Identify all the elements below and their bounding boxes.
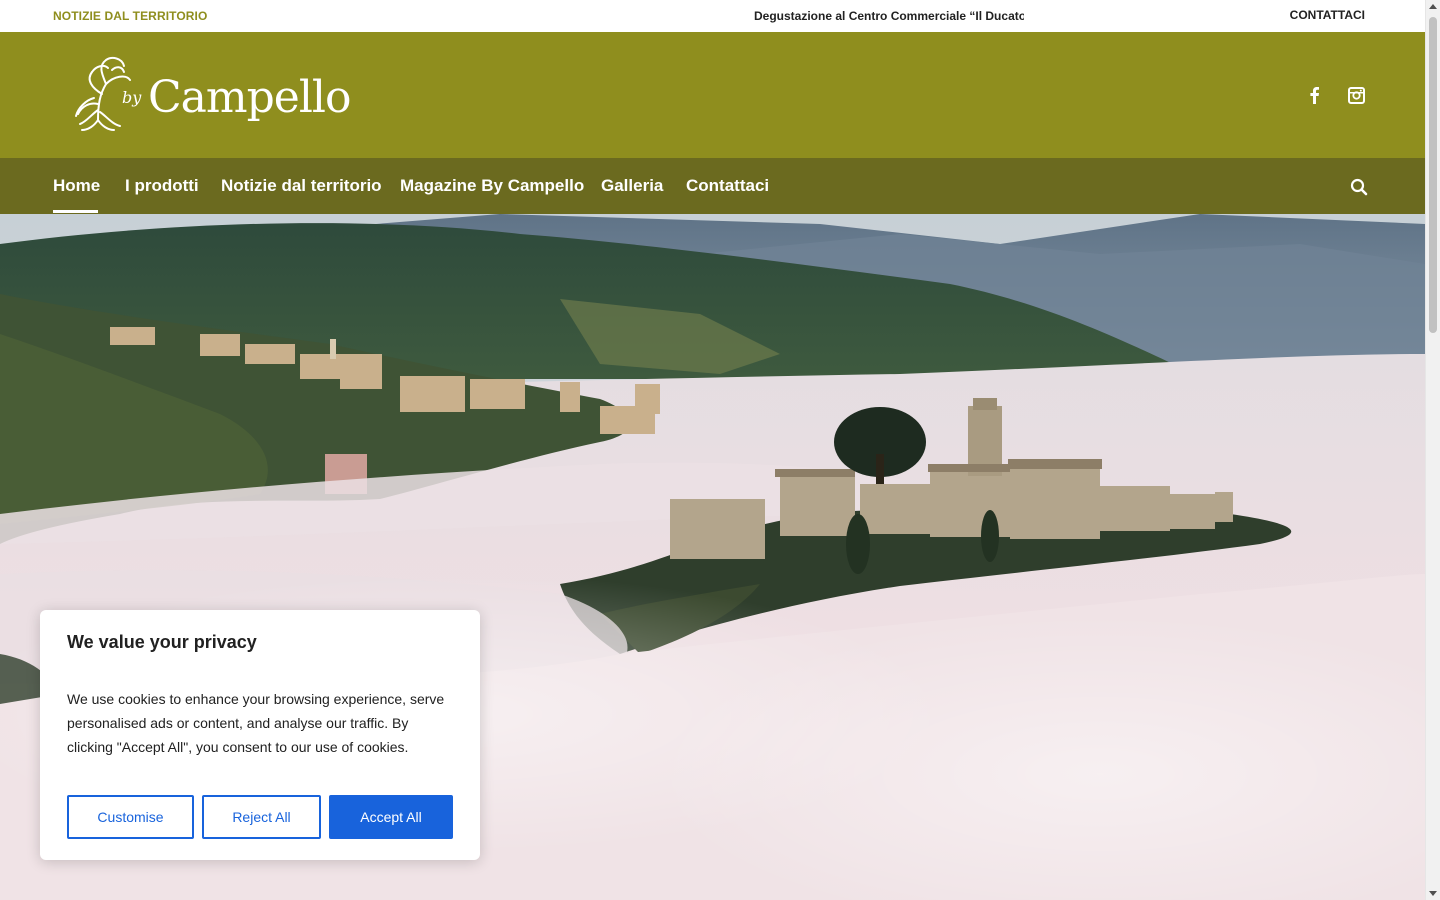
news-ticker[interactable]: Degustazione al Centro Commerciale “Il D… [754, 9, 1024, 23]
accept-all-button[interactable]: Accept All [329, 795, 453, 839]
cookie-consent-dialog: We value your privacy We use cookies to … [40, 610, 480, 860]
category-label[interactable]: NOTIZIE DAL TERRITORIO [53, 9, 207, 23]
top-bar: NOTIZIE DAL TERRITORIO Degustazione al C… [0, 0, 1425, 32]
instagram-icon[interactable] [1345, 84, 1367, 106]
reject-all-button[interactable]: Reject All [202, 795, 321, 839]
logo-word: Campello [148, 72, 351, 123]
nav-item-notizie[interactable]: Notizie dal territorio [221, 176, 382, 196]
customise-button[interactable]: Customise [67, 795, 194, 839]
logo-by: by [122, 88, 142, 107]
main-nav: Home I prodotti Notizie dal territorio M… [0, 158, 1425, 214]
nav-item-galleria[interactable]: Galleria [601, 176, 663, 196]
cookie-description: We use cookies to enhance your browsing … [67, 691, 445, 755]
site-logo[interactable]: by Campello [68, 54, 351, 136]
scroll-down-icon[interactable] [1429, 891, 1437, 896]
active-nav-indicator [53, 210, 98, 213]
search-icon[interactable] [1350, 178, 1368, 196]
facebook-icon[interactable] [1303, 84, 1325, 106]
nav-item-contattaci[interactable]: Contattaci [686, 176, 769, 196]
page-scrollbar[interactable] [1425, 0, 1440, 900]
page: NOTIZIE DAL TERRITORIO Degustazione al C… [0, 0, 1425, 900]
cookie-title: We value your privacy [67, 632, 257, 652]
scroll-thumb[interactable] [1429, 17, 1437, 333]
site-header: by Campello [0, 32, 1425, 158]
contact-link[interactable]: CONTATTACI [1290, 8, 1365, 22]
nav-item-home[interactable]: Home [53, 176, 100, 196]
scroll-up-icon[interactable] [1429, 4, 1437, 9]
nav-item-magazine[interactable]: Magazine By Campello [400, 176, 584, 196]
nav-item-prodotti[interactable]: I prodotti [125, 176, 199, 196]
